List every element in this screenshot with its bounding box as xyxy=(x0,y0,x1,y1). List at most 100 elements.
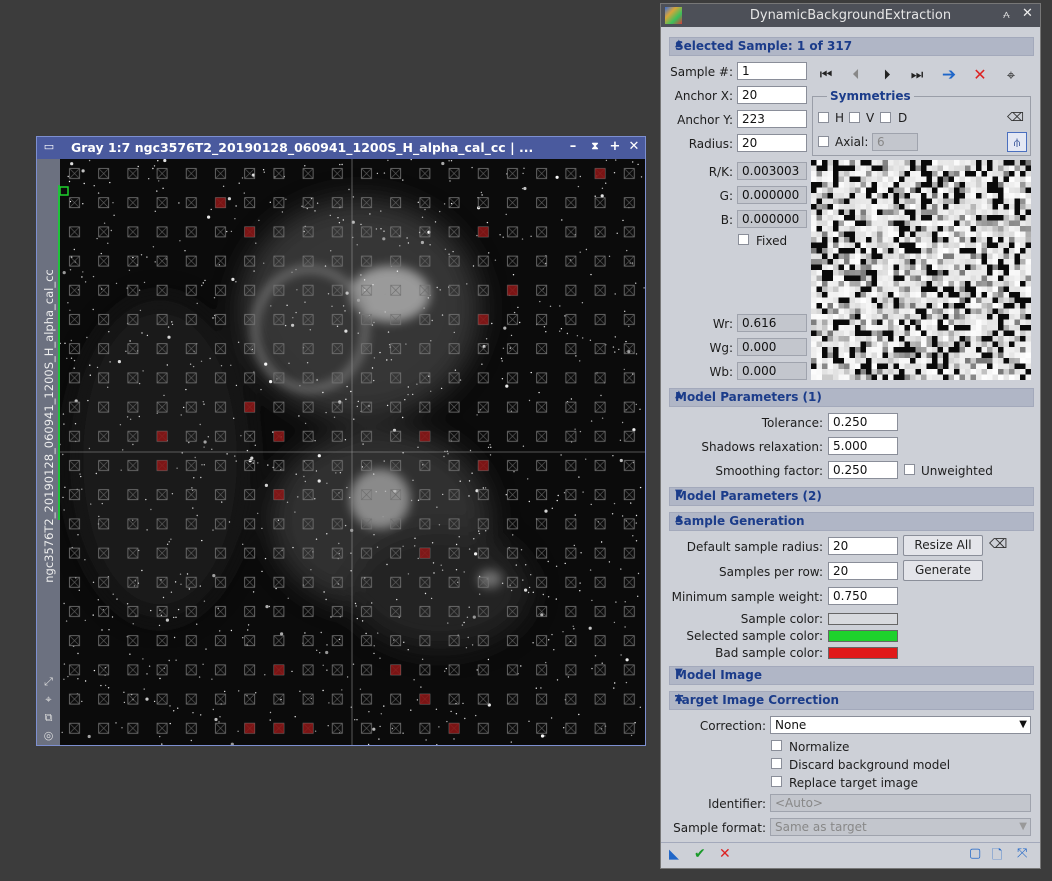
replace-checkbox[interactable] xyxy=(771,776,782,787)
section-model-params-1[interactable]: Model Parameters (1) ▲ xyxy=(669,388,1034,407)
go-to-sample-icon[interactable]: ➔ xyxy=(939,66,959,84)
image-id-label: ngc3576T2_20190128_060941_1200S_H_alpha_… xyxy=(42,269,56,583)
image-window[interactable]: ▭ Gray 1:7 ngc3576T2_20190128_060941_120… xyxy=(36,136,646,746)
dbe-titlebar[interactable]: DynamicBackgroundExtraction ⩜ ✕ xyxy=(661,4,1040,27)
tolerance-input[interactable]: 0.250 xyxy=(828,413,898,431)
symmetry-h-label: H xyxy=(835,111,845,125)
close-icon[interactable]: ✕ xyxy=(626,139,642,155)
bad-sample xyxy=(419,548,430,559)
previous-sample-icon[interactable]: ⏴ xyxy=(846,66,866,84)
b-label: B: xyxy=(720,213,733,227)
rk-value: 0.003003 xyxy=(737,162,807,180)
apply-global-icon[interactable]: ✔ xyxy=(694,846,706,862)
wb-label: Wb: xyxy=(709,365,733,379)
expand-icon[interactable]: ▼ xyxy=(675,488,1025,499)
image-window-titlebar[interactable]: ▭ Gray 1:7 ngc3576T2_20190128_060941_120… xyxy=(37,137,645,159)
chevron-down-icon: ▼ xyxy=(1019,821,1027,832)
bad-sample xyxy=(478,226,489,237)
shade-icon[interactable]: ⩜ xyxy=(1003,7,1010,22)
rk-label: R/K: xyxy=(708,165,733,179)
bad-sample xyxy=(419,431,430,442)
bad-color-swatch[interactable] xyxy=(828,647,898,659)
section-model-params-2[interactable]: Model Parameters (2) ▼ xyxy=(669,487,1034,506)
section-target-correction[interactable]: Target Image Correction ▲ xyxy=(669,691,1034,710)
selected-color-swatch[interactable] xyxy=(828,630,898,642)
close-icon[interactable]: ✕ xyxy=(1022,6,1033,21)
wg-label: Wg: xyxy=(709,341,733,355)
collapse-icon[interactable]: ▲ xyxy=(675,692,1025,703)
fix-symmetries-icon[interactable]: ⫛ xyxy=(1007,132,1027,152)
target-icon[interactable]: ◎ xyxy=(42,729,55,742)
delete-sample-icon[interactable]: ✕ xyxy=(970,66,990,84)
section-sample-generation[interactable]: Sample Generation ▲ xyxy=(669,512,1034,531)
last-sample-icon[interactable]: ⏭ xyxy=(907,66,927,84)
maximize-icon[interactable]: + xyxy=(607,139,623,155)
default-radius-input[interactable]: 20 xyxy=(828,537,898,555)
reset-radius-icon[interactable]: ⌫ xyxy=(989,537,1007,552)
anchor-y-input[interactable]: 223 xyxy=(737,110,807,128)
discard-checkbox[interactable] xyxy=(771,758,782,769)
bad-sample xyxy=(507,285,518,296)
normalize-label: Normalize xyxy=(789,740,850,754)
unweighted-label: Unweighted xyxy=(921,464,993,478)
image-canvas[interactable] xyxy=(59,158,645,746)
symmetry-v-label: V xyxy=(866,111,875,125)
b-value: 0.000000 xyxy=(737,210,807,228)
new-instance-icon[interactable]: ◣ xyxy=(669,847,679,862)
chevron-down-icon: ▼ xyxy=(1019,719,1027,730)
clear-symmetries-icon[interactable]: ⌫ xyxy=(1007,110,1024,124)
collapse-icon[interactable]: ▲ xyxy=(675,38,1025,49)
collapse-icon[interactable]: ▲ xyxy=(675,513,1025,524)
smoothing-factor-input[interactable]: 0.250 xyxy=(828,461,898,479)
radius-input[interactable]: 20 xyxy=(737,134,807,152)
symmetry-h-checkbox[interactable] xyxy=(818,112,829,123)
document-icon[interactable]: 🗋 xyxy=(992,846,1002,868)
axial-checkbox[interactable] xyxy=(818,136,829,147)
window-icon[interactable]: ▭ xyxy=(41,139,57,155)
first-sample-icon[interactable]: ⏮ xyxy=(816,66,836,84)
center-sample-icon[interactable]: ⌖ xyxy=(1001,66,1021,84)
bad-sample xyxy=(390,664,401,675)
bad-sample xyxy=(303,723,314,734)
section-selected-sample[interactable]: Selected Sample: 1 of 317 ▲ xyxy=(669,37,1034,56)
sample-number-input[interactable]: 1 xyxy=(737,62,807,80)
expand-icon[interactable]: ▼ xyxy=(675,667,1025,678)
resize-all-button[interactable]: Resize All xyxy=(903,535,983,556)
image-window-title: Gray 1:7 ngc3576T2_20190128_060941_1200S… xyxy=(71,140,534,155)
anchor-x-input[interactable]: 20 xyxy=(737,86,807,104)
expand-all-icon[interactable]: ⤧ xyxy=(1017,846,1027,861)
samples-per-row-input[interactable]: 20 xyxy=(828,562,898,580)
dbe-panel[interactable]: DynamicBackgroundExtraction ⩜ ✕ Selected… xyxy=(660,3,1041,869)
correction-select[interactable]: None ▼ xyxy=(770,716,1031,734)
sample-number-label: Sample #: xyxy=(670,65,733,79)
bad-sample xyxy=(157,460,168,471)
min-weight-input[interactable]: 0.750 xyxy=(828,587,898,605)
symmetry-d-checkbox[interactable] xyxy=(880,112,891,123)
anchor-x-label: Anchor X: xyxy=(674,89,733,103)
reset-icon[interactable]: ✕ xyxy=(719,846,731,862)
fixed-checkbox[interactable] xyxy=(738,234,749,245)
identifier-input[interactable]: <Auto> xyxy=(770,794,1031,812)
section-model-image[interactable]: Model Image ▼ xyxy=(669,666,1034,685)
dbe-title: DynamicBackgroundExtraction xyxy=(749,8,952,23)
sample-format-select[interactable]: Same as target ▼ xyxy=(770,818,1031,836)
minimize-icon[interactable]: – xyxy=(565,139,581,155)
sample-color-swatch[interactable] xyxy=(828,613,898,625)
unweighted-checkbox[interactable] xyxy=(904,464,915,475)
browse-documentation-icon[interactable]: ▢ xyxy=(969,846,981,861)
next-sample-icon[interactable]: ⏵ xyxy=(877,66,897,84)
zoom-icon[interactable]: ⌖ xyxy=(42,693,55,706)
shadows-relaxation-input[interactable]: 5.000 xyxy=(828,437,898,455)
fit-icon[interactable]: ⤢ xyxy=(42,675,55,688)
shade-icon[interactable]: ⧗ xyxy=(587,139,603,155)
clone-icon[interactable]: ⧉ xyxy=(42,711,55,724)
generate-button[interactable]: Generate xyxy=(903,560,983,581)
bad-sample xyxy=(215,197,226,208)
symmetry-v-checkbox[interactable] xyxy=(849,112,860,123)
collapse-icon[interactable]: ▲ xyxy=(675,389,1025,400)
normalize-checkbox[interactable] xyxy=(771,740,782,751)
axial-spinbox[interactable]: 6 xyxy=(872,133,918,151)
bottom-toolbar: ◣ ✔ ✕ ▢ 🗋 ⤧ xyxy=(661,842,1040,869)
bad-sample xyxy=(419,694,430,705)
wg-value: 0.000 xyxy=(737,338,807,356)
